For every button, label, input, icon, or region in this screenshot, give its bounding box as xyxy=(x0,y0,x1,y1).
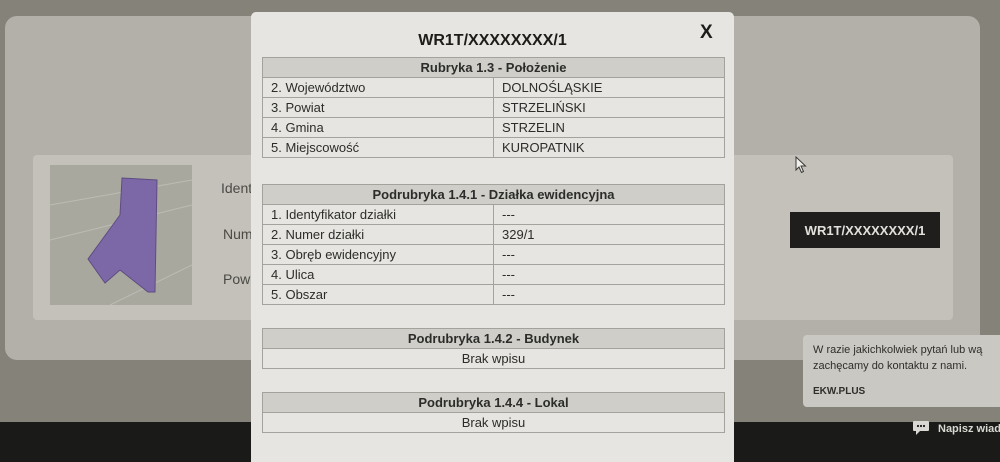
row-label: 3. Obręb ewidencyjny xyxy=(262,244,494,265)
row-value: STRZELIN xyxy=(493,117,725,138)
table-row: 3. Obręb ewidencyjny --- xyxy=(262,244,725,265)
section-polozenie: Rubryka 1.3 - Położenie 2. Województwo DO… xyxy=(262,57,725,158)
row-value: 329/1 xyxy=(493,224,725,245)
row-value: --- xyxy=(493,264,725,285)
row-value: STRZELIŃSKI xyxy=(493,97,725,118)
table-row: Brak wpisu xyxy=(262,348,725,369)
modal-title: WR1T/XXXXXXXX/1 xyxy=(418,32,567,49)
row-label: 4. Gmina xyxy=(262,117,494,138)
section-lokal: Podrubryka 1.4.4 - Lokal Brak wpisu xyxy=(262,392,725,433)
section-budynek: Podrubryka 1.4.2 - Budynek Brak wpisu xyxy=(262,328,725,369)
chat-launcher-button[interactable]: Napisz wiad xyxy=(912,418,1000,440)
chat-icon xyxy=(912,420,930,439)
row-label: 5. Miejscowość xyxy=(262,137,494,158)
row-label: 5. Obszar xyxy=(262,284,494,305)
close-button[interactable]: X xyxy=(700,22,713,44)
table-row: 2. Województwo DOLNOŚLĄSKIE xyxy=(262,77,725,98)
table-row: 2. Numer działki 329/1 xyxy=(262,224,725,245)
chat-prompt-bubble[interactable]: W razie jakichkolwiek pytań lub wą zachę… xyxy=(803,335,1000,407)
row-value: --- xyxy=(493,284,725,305)
table-row: Brak wpisu xyxy=(262,412,725,433)
row-label: 4. Ulica xyxy=(262,264,494,285)
land-register-modal: WR1T/XXXXXXXX/1 X Rubryka 1.3 - Położeni… xyxy=(251,12,734,462)
table-row: 4. Gmina STRZELIN xyxy=(262,117,725,138)
table-row: 1. Identyfikator działki --- xyxy=(262,204,725,225)
empty-entry: Brak wpisu xyxy=(262,348,725,369)
row-label: 2. Numer działki xyxy=(262,224,494,245)
row-value: DOLNOŚLĄSKIE xyxy=(493,77,725,98)
section-dzialka: Podrubryka 1.4.1 - Działka ewidencyjna 1… xyxy=(262,184,725,305)
chat-text-line2: zachęcamy do kontaktu z nami. xyxy=(813,359,968,372)
chat-launcher-label: Napisz wiad xyxy=(938,423,1000,435)
section-header: Rubryka 1.3 - Położenie xyxy=(262,57,725,78)
bg-label-identyfikator: Ident xyxy=(221,180,253,196)
parcel-map-thumbnail[interactable] xyxy=(50,165,192,305)
row-value: KUROPATNIK xyxy=(493,137,725,158)
empty-entry: Brak wpisu xyxy=(262,412,725,433)
bg-label-powierzchnia: Powi xyxy=(223,271,254,287)
chat-text-line1: W razie jakichkolwiek pytań lub wą xyxy=(813,344,983,356)
chat-brand: EKW.PLUS xyxy=(813,385,866,397)
table-row: 4. Ulica --- xyxy=(262,264,725,285)
table-row: 5. Obszar --- xyxy=(262,284,725,305)
row-label: 3. Powiat xyxy=(262,97,494,118)
kw-number-badge[interactable]: WR1T/XXXXXXXX/1 xyxy=(790,212,940,248)
table-row: 5. Miejscowość KUROPATNIK xyxy=(262,137,725,158)
row-value: --- xyxy=(493,244,725,265)
section-header: Podrubryka 1.4.4 - Lokal xyxy=(262,392,725,413)
row-value: --- xyxy=(493,204,725,225)
section-header: Podrubryka 1.4.1 - Działka ewidencyjna xyxy=(262,184,725,205)
table-row: 3. Powiat STRZELIŃSKI xyxy=(262,97,725,118)
row-label: 1. Identyfikator działki xyxy=(262,204,494,225)
mouse-cursor-icon xyxy=(795,155,807,179)
section-header: Podrubryka 1.4.2 - Budynek xyxy=(262,328,725,349)
row-label: 2. Województwo xyxy=(262,77,494,98)
bg-label-numer: Num xyxy=(223,226,253,242)
